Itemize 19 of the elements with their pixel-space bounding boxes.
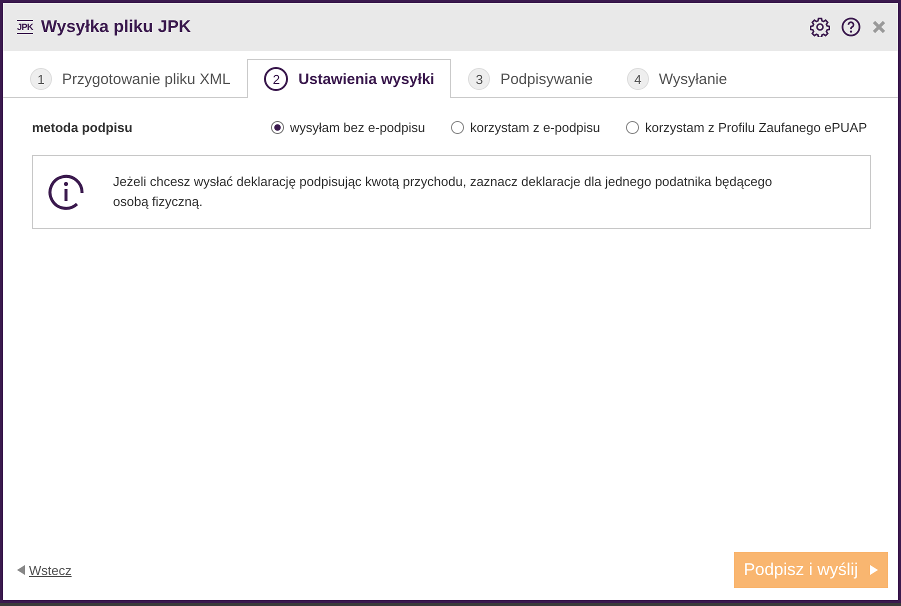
field-label: metoda podpisu: [32, 120, 132, 135]
step-tab[interactable]: 3 Podpisywanie: [451, 59, 610, 98]
radio-button[interactable]: [626, 121, 640, 134]
left-triangle-icon: [17, 565, 25, 575]
window-title: Wysyłka pliku JPK: [41, 17, 191, 37]
step-tab[interactable]: 2 Ustawienia wysyłki: [247, 59, 452, 98]
radio-option[interactable]: korzystam z e-podpisu: [451, 120, 600, 135]
settings-icon[interactable]: [810, 17, 830, 37]
radio-button[interactable]: [451, 121, 464, 134]
info-text: Jeżeli chcesz wysłać deklarację podpisując kwotą przychodu, zaznacz deklaracje dla jednego podatnika będącego osobą fizyczną.: [113, 173, 774, 211]
radio-option[interactable]: wysyłam bez e-podpisu: [270, 120, 426, 135]
step-tab[interactable]: 4 Wysyłanie: [610, 59, 744, 98]
info-icon: [47, 173, 85, 211]
help-icon[interactable]: [841, 17, 861, 37]
radio-button[interactable]: [270, 121, 284, 134]
right-triangle-icon: [870, 565, 878, 575]
back-link[interactable]: Wstecz: [17, 562, 72, 578]
step-tab[interactable]: 1 Przygotowanie pliku XML: [13, 59, 248, 98]
radio-option[interactable]: korzystam z Profilu Zaufanego ePUAP: [626, 120, 867, 135]
